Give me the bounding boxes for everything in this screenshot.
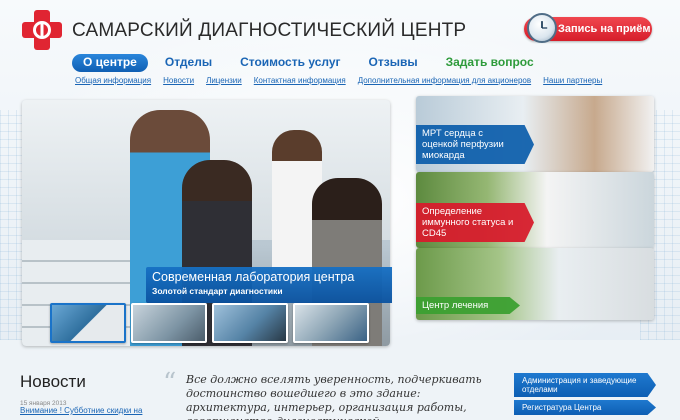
side-menu-item-registry[interactable]: Регистратура Центра — [514, 400, 656, 415]
nav-item-about[interactable]: О центре — [72, 54, 148, 72]
subnav-item-general-info[interactable]: Общая информация — [75, 76, 151, 85]
hero-caption-title: Современная лаборатория центра — [152, 270, 355, 284]
promo-label: Определение иммунного статуса и CD45 — [416, 203, 534, 242]
hero-caption[interactable]: Современная лаборатория центра Золотой с… — [146, 267, 392, 303]
site-title[interactable]: САМАРСКИЙ ДИАГНОСТИЧЕСКИЙ ЦЕНТР — [72, 20, 466, 42]
subnav-item-licenses[interactable]: Лицензии — [206, 76, 242, 85]
promo-label: Центр лечения — [416, 297, 520, 314]
clock-icon — [527, 13, 557, 43]
hero-thumbnail[interactable] — [212, 303, 288, 343]
subnav-item-contacts[interactable]: Контактная информация — [254, 76, 346, 85]
subnav-item-shareholders[interactable]: Дополнительная информация для акционеров — [358, 76, 531, 85]
main-nav: О центре Отделы Стоимость услуг Отзывы З… — [72, 54, 551, 72]
nav-item-prices[interactable]: Стоимость услуг — [229, 54, 351, 72]
quote-text: Все должно вселять уверенность, подчерки… — [186, 373, 482, 420]
side-menu: Администрация и заведующие отделами Реги… — [514, 373, 656, 418]
promo-label: МРТ сердца с оценкой перфузии миокарда — [416, 125, 534, 164]
nav-item-ask-question[interactable]: Задать вопрос — [435, 54, 545, 72]
subnav-item-partners[interactable]: Наши партнеры — [543, 76, 602, 85]
sub-nav: Общая информация Новости Лицензии Контак… — [75, 76, 614, 85]
nav-item-departments[interactable]: Отделы — [154, 54, 223, 72]
promo-tile-immune-status[interactable]: Определение иммунного статуса и CD45 — [416, 172, 654, 248]
subnav-item-news[interactable]: Новости — [163, 76, 194, 85]
promo-tile-mri[interactable]: МРТ сердца с оценкой перфузии миокарда — [416, 96, 654, 172]
quote-icon: “ — [163, 368, 177, 398]
nav-item-reviews[interactable]: Отзывы — [358, 54, 429, 72]
hero-thumbnails — [50, 303, 369, 343]
hero-caption-subtitle: Золотой стандарт диагностики — [152, 286, 283, 296]
hero-thumbnail[interactable] — [293, 303, 369, 343]
hero-thumbnail[interactable] — [50, 303, 126, 343]
news-heading: Новости — [20, 372, 86, 391]
logo-icon[interactable] — [22, 10, 62, 50]
promo-tile-treatment-center[interactable]: Центр лечения — [416, 248, 654, 320]
side-menu-item-administration[interactable]: Администрация и заведующие отделами — [514, 373, 656, 397]
news-link[interactable]: Внимание ! Субботние скидки на — [20, 406, 150, 415]
hero-thumbnail[interactable] — [131, 303, 207, 343]
